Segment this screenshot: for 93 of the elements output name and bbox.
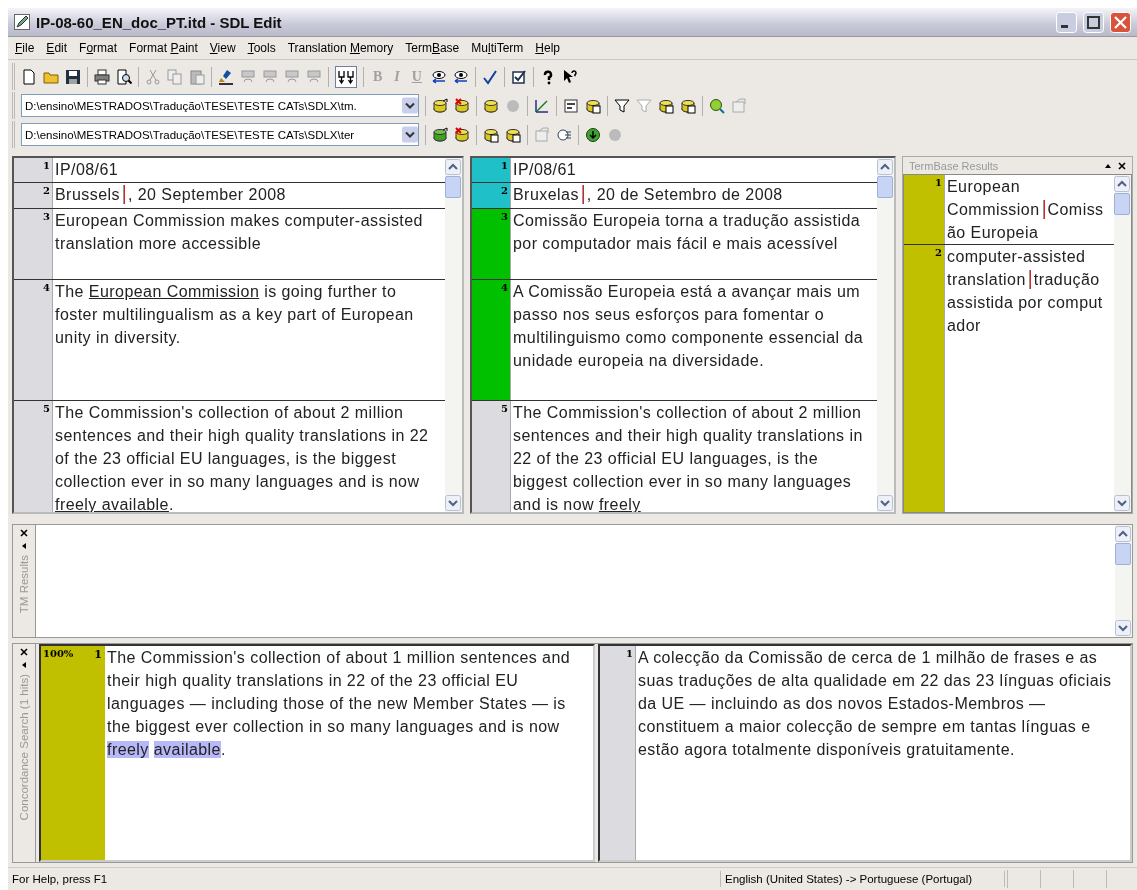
segment-number: 4 xyxy=(14,280,53,400)
segment-text[interactable]: Bruxelas , 20 de Setembro de 2008 xyxy=(511,183,877,208)
menu-item[interactable]: TermBase xyxy=(400,39,465,57)
segment-number: 2 xyxy=(14,183,53,208)
scrollbar[interactable] xyxy=(1115,525,1132,637)
database-icon[interactable] xyxy=(505,126,521,143)
segment-number: 3 xyxy=(472,209,511,279)
database-icon[interactable] xyxy=(454,97,470,114)
segment-text[interactable]: Brussels , 20 September 2008 xyxy=(53,183,445,208)
form-icon[interactable] xyxy=(563,97,579,114)
close-icon[interactable] xyxy=(1118,161,1126,170)
term-pair[interactable]: computer-assisted translation tradução assistida por computador xyxy=(945,245,1114,512)
new-document-icon[interactable] xyxy=(21,68,37,85)
database-icon[interactable] xyxy=(680,97,696,114)
match-score: 100% xyxy=(42,647,75,661)
double-arrow-button[interactable] xyxy=(335,65,357,88)
segment-number: 4 xyxy=(472,280,511,400)
concordance-text[interactable]: The Commission's collection of about 1 million sentences and their high quality translations in 22 of the 23 official EU languages — including those of the new Member States — is the biggest ever collection in so many languages and is now freely available. xyxy=(105,646,593,860)
scroll-down-button[interactable] xyxy=(1115,620,1131,636)
printer-icon[interactable] xyxy=(94,68,110,85)
scan-icon[interactable] xyxy=(556,126,572,143)
hit-number: 2 xyxy=(904,245,945,512)
maximize-button[interactable] xyxy=(1083,11,1104,33)
close-icon[interactable] xyxy=(20,648,28,656)
hit-number: 1 xyxy=(94,647,103,661)
segment-text[interactable]: European Commission makes computer-assisted translation more accessible xyxy=(53,209,445,279)
segment-number: 1 xyxy=(472,158,511,182)
window-title: IP-08-60_EN_doc_PT.itd - SDL Edit xyxy=(36,13,282,31)
menu-item[interactable]: Format Paint xyxy=(124,39,203,57)
segment-number: 5 xyxy=(14,401,53,512)
checkbox-icon[interactable] xyxy=(510,68,527,85)
memory-path-dropdown[interactable]: D:\ensino\MESTRADOS\Tradução\TESE\TESTE CATs\SDLX\tm. xyxy=(21,94,419,117)
segment-number: 2 xyxy=(472,183,511,208)
menu-item[interactable]: MultiTerm xyxy=(466,39,529,57)
menu-item[interactable]: Tools xyxy=(242,39,281,57)
eye-icon[interactable] xyxy=(430,68,447,85)
close-icon[interactable] xyxy=(20,529,28,537)
segment-number: 5 xyxy=(472,401,511,512)
database-icon[interactable] xyxy=(483,126,499,143)
scroll-thumb[interactable] xyxy=(1115,543,1131,565)
spellcheck-icon[interactable] xyxy=(481,68,498,85)
termbase-path-dropdown[interactable]: D:\ensino\MESTRADOS\Tradução\TESE\TESTE CATs\SDLX\ter xyxy=(21,123,419,146)
segment-number: 3 xyxy=(14,209,53,279)
download-icon[interactable] xyxy=(585,126,601,143)
menu-item[interactable]: Translation Memory xyxy=(282,39,399,57)
hit-number: 1 xyxy=(904,175,945,244)
scrollbar[interactable] xyxy=(1114,175,1131,512)
database-icon[interactable] xyxy=(585,97,601,114)
scroll-thumb[interactable] xyxy=(1114,193,1130,215)
filter-icon[interactable] xyxy=(614,97,630,114)
close-button[interactable] xyxy=(1110,11,1131,33)
scroll-up-button[interactable] xyxy=(1114,176,1130,192)
scroll-up-button[interactable] xyxy=(877,159,893,175)
database-icon[interactable] xyxy=(432,97,448,114)
scroll-down-button[interactable] xyxy=(445,495,461,511)
segment-number: 1 xyxy=(14,158,53,182)
menu-item[interactable]: View xyxy=(204,39,241,57)
segment-text[interactable]: IP/08/61 xyxy=(511,158,877,182)
collapse-icon[interactable] xyxy=(20,542,28,550)
scroll-up-button[interactable] xyxy=(1115,526,1131,542)
status-text: For Help, press F1 xyxy=(11,872,109,887)
menu-item[interactable]: Format xyxy=(74,39,123,57)
concordance-text[interactable]: A colecção da Comissão de cerca de 1 milhão de frases e as suas traduções de alta qualidade em 22 das 23 línguas oficiais da UE — incluindo as dos novos Estados-Membros — constituem a maior colecção de sempre em tantas línguas e estão agora totalmente disponíveis gratuitamente. xyxy=(636,646,1130,860)
segment-text[interactable]: The European Commission is going further to foster multilingualism as a key part of European unity in diversity. xyxy=(53,280,445,400)
menu-item[interactable]: Help xyxy=(530,39,565,57)
segment-text[interactable]: A Comissão Europeia está a avançar mais um passo nos seus esforços para fomentar o multilinguismo como componente essencial da unidade europeia na diversidade. xyxy=(511,280,877,400)
print-preview-icon[interactable] xyxy=(116,68,132,85)
database-icon[interactable] xyxy=(483,97,499,114)
scrollbar[interactable] xyxy=(877,158,894,512)
scrollbar[interactable] xyxy=(445,158,462,512)
database-icon[interactable] xyxy=(432,126,448,143)
menu-item[interactable]: File xyxy=(10,39,40,57)
help-pointer-icon[interactable] xyxy=(561,68,578,85)
save-icon[interactable] xyxy=(65,68,81,85)
menu-item[interactable]: Edit xyxy=(41,39,73,57)
search-icon[interactable] xyxy=(709,97,725,114)
database-icon[interactable] xyxy=(658,97,674,114)
brush-icon[interactable] xyxy=(218,68,234,85)
scroll-down-button[interactable] xyxy=(1114,495,1130,511)
scroll-up-button[interactable] xyxy=(445,159,461,175)
segment-text[interactable]: Comissão Europeia torna a tradução assistida por computador mais fácil e mais acessível xyxy=(511,209,877,279)
minimize-button[interactable] xyxy=(1056,11,1077,33)
scroll-down-button[interactable] xyxy=(877,495,893,511)
collapse-icon[interactable] xyxy=(20,661,28,669)
scroll-thumb[interactable] xyxy=(445,176,461,198)
chart-icon[interactable] xyxy=(534,97,550,114)
pencil-icon xyxy=(14,14,30,30)
database-icon[interactable] xyxy=(454,126,470,143)
panel-title: TermBase Results xyxy=(909,159,999,172)
segment-text[interactable]: IP/08/61 xyxy=(53,158,445,182)
scroll-thumb[interactable] xyxy=(877,176,893,198)
language-pair: English (United States) -> Portuguese (Portugal) xyxy=(720,871,1005,887)
eye-icon[interactable] xyxy=(452,68,469,85)
